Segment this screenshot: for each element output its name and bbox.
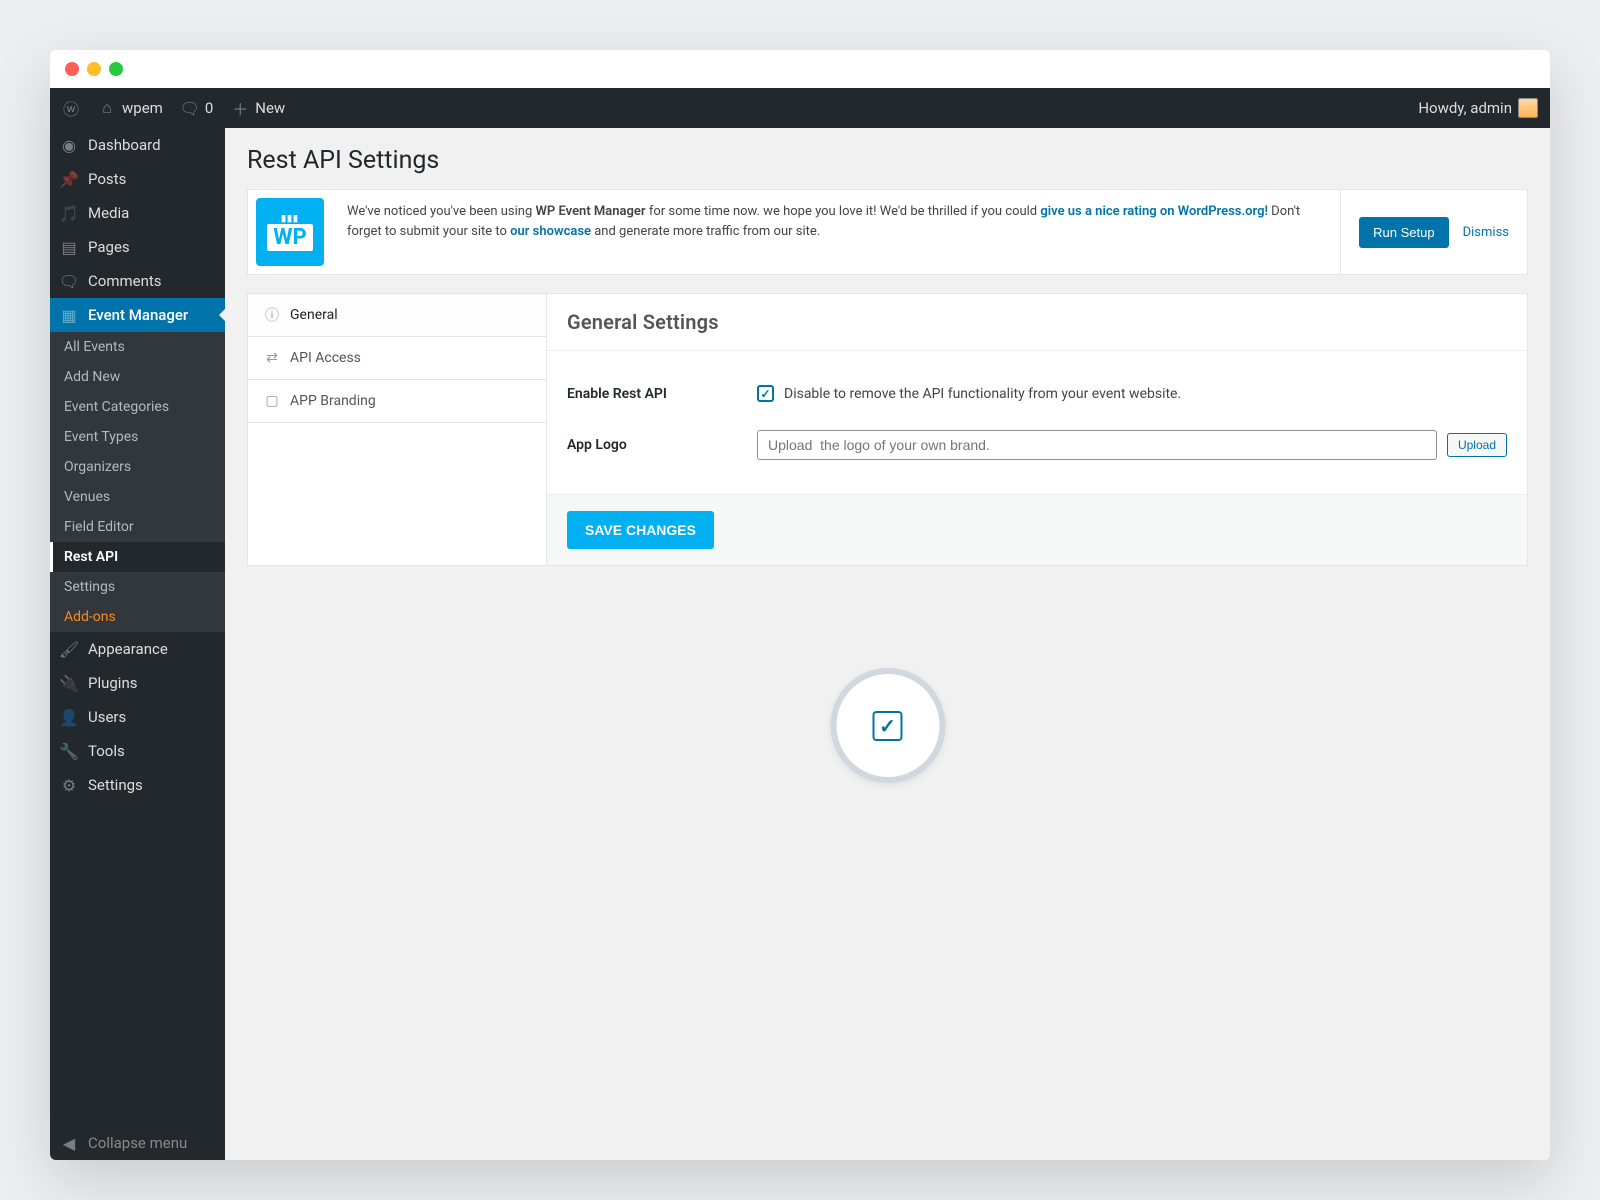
notice-text: We've noticed you've been using WP Event… bbox=[332, 190, 1340, 274]
run-setup-button[interactable]: Run Setup bbox=[1359, 217, 1448, 248]
settings-panel: General Settings Enable Rest API ✓ Disab… bbox=[546, 293, 1528, 566]
zoom-dot[interactable] bbox=[109, 62, 123, 76]
sidebar-item-media[interactable]: 🎵Media bbox=[50, 196, 225, 230]
sidebar-item-users[interactable]: 👤Users bbox=[50, 700, 225, 734]
sliders-icon: ⚙ bbox=[60, 776, 78, 794]
sidebar-item-posts[interactable]: 📌Posts bbox=[50, 162, 225, 196]
sidebar-item-plugins[interactable]: 🔌Plugins bbox=[50, 666, 225, 700]
admin-topbar: ⓦ ⌂ wpem 🗨 0 ＋ New Howdy, admin bbox=[50, 88, 1550, 128]
feature-highlight-circle: ✓ bbox=[830, 668, 945, 783]
swap-icon: ⇄ bbox=[264, 350, 280, 366]
sidebar-sub-organizers[interactable]: Organizers bbox=[50, 452, 225, 482]
admin-sidebar: ◉Dashboard📌Posts🎵Media▤Pages🗨Comments▦Ev… bbox=[50, 128, 225, 1160]
plus-icon: ＋ bbox=[231, 99, 249, 117]
sidebar-item-appearance[interactable]: 🖌Appearance bbox=[50, 632, 225, 666]
showcase-link[interactable]: our showcase bbox=[510, 224, 591, 239]
wp-event-logo: ▮▮▮ WP bbox=[256, 198, 324, 266]
phone-icon: ▢ bbox=[264, 393, 280, 409]
minimize-dot[interactable] bbox=[87, 62, 101, 76]
promo-notice: ▮▮▮ WP We've noticed you've been using W… bbox=[247, 189, 1528, 275]
highlight-check-icon: ✓ bbox=[873, 711, 903, 741]
media-icon: 🎵 bbox=[60, 204, 78, 222]
macos-titlebar bbox=[50, 50, 1550, 88]
home-icon: ⌂ bbox=[98, 99, 116, 117]
tab-app-branding[interactable]: ▢APP Branding bbox=[248, 380, 546, 423]
tab-api-access[interactable]: ⇄API Access bbox=[248, 337, 546, 380]
brush-icon: 🖌 bbox=[60, 640, 78, 658]
account-link[interactable]: Howdy, admin bbox=[1418, 98, 1538, 118]
close-dot[interactable] bbox=[65, 62, 79, 76]
collapse-label: Collapse menu bbox=[88, 1134, 187, 1152]
sidebar-item-event-manager[interactable]: ▦Event Manager bbox=[50, 298, 225, 332]
comment-count: 0 bbox=[205, 99, 213, 117]
sidebar-item-pages[interactable]: ▤Pages bbox=[50, 230, 225, 264]
wrench-icon: 🔧 bbox=[60, 742, 78, 760]
comments-link[interactable]: 🗨 0 bbox=[181, 99, 213, 117]
new-label: New bbox=[255, 99, 285, 117]
rating-link[interactable]: give us a nice rating on WordPress.org! bbox=[1040, 204, 1268, 219]
comment-icon: 🗨 bbox=[181, 99, 199, 117]
site-home-link[interactable]: ⌂ wpem bbox=[98, 99, 163, 117]
greeting-text: Howdy, admin bbox=[1418, 99, 1512, 117]
collapse-icon: ◀ bbox=[60, 1134, 78, 1152]
dismiss-link[interactable]: Dismiss bbox=[1463, 225, 1509, 240]
cog-icon: ⓘ bbox=[264, 307, 280, 323]
panel-header: General Settings bbox=[547, 294, 1527, 351]
plug-icon: 🔌 bbox=[60, 674, 78, 692]
upload-button[interactable]: Upload bbox=[1447, 433, 1507, 457]
sidebar-sub-field-editor[interactable]: Field Editor bbox=[50, 512, 225, 542]
pin-icon: 📌 bbox=[60, 170, 78, 188]
save-changes-button[interactable]: SAVE CHANGES bbox=[567, 511, 714, 549]
calendar-icon: ▦ bbox=[60, 306, 78, 324]
sidebar-sub-add-new[interactable]: Add New bbox=[50, 362, 225, 392]
sidebar-sub-rest-api[interactable]: Rest API bbox=[50, 542, 225, 572]
page-title: Rest API Settings bbox=[247, 146, 1528, 175]
enable-rest-api-label: Enable Rest API bbox=[567, 386, 757, 402]
settings-tabs: ⓘGeneral⇄API Access▢APP Branding bbox=[247, 293, 547, 566]
sidebar-sub-event-categories[interactable]: Event Categories bbox=[50, 392, 225, 422]
sidebar-sub-event-types[interactable]: Event Types bbox=[50, 422, 225, 452]
enable-rest-api-checkbox[interactable]: ✓ bbox=[757, 385, 774, 402]
app-logo-label: App Logo bbox=[567, 437, 757, 453]
tab-general[interactable]: ⓘGeneral bbox=[248, 294, 546, 337]
collapse-menu[interactable]: ◀ Collapse menu bbox=[50, 1126, 225, 1160]
sidebar-sub-all-events[interactable]: All Events bbox=[50, 332, 225, 362]
sidebar-item-dashboard[interactable]: ◉Dashboard bbox=[50, 128, 225, 162]
sidebar-sub-venues[interactable]: Venues bbox=[50, 482, 225, 512]
user-icon: 👤 bbox=[60, 708, 78, 726]
sidebar-sub-add-ons[interactable]: Add-ons bbox=[50, 602, 225, 632]
sidebar-item-comments[interactable]: 🗨Comments bbox=[50, 264, 225, 298]
avatar bbox=[1518, 98, 1538, 118]
enable-rest-api-desc: Disable to remove the API functionality … bbox=[784, 386, 1181, 402]
page-icon: ▤ bbox=[60, 238, 78, 256]
sidebar-item-settings[interactable]: ⚙Settings bbox=[50, 768, 225, 802]
wordpress-logo[interactable]: ⓦ bbox=[62, 99, 80, 117]
sidebar-sub-settings[interactable]: Settings bbox=[50, 572, 225, 602]
dashboard-icon: ◉ bbox=[60, 136, 78, 154]
app-logo-input[interactable] bbox=[757, 430, 1437, 460]
sidebar-item-tools[interactable]: 🔧Tools bbox=[50, 734, 225, 768]
comment-icon: 🗨 bbox=[60, 272, 78, 290]
site-name: wpem bbox=[122, 99, 163, 117]
new-content-link[interactable]: ＋ New bbox=[231, 99, 285, 117]
